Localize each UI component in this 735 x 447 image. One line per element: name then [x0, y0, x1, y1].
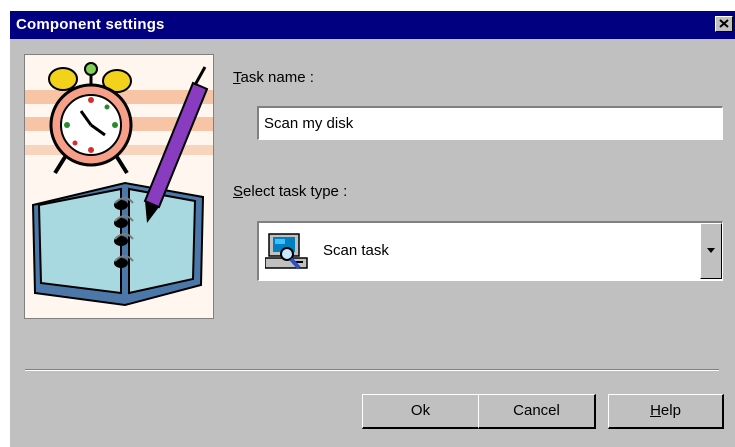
computer-scan-icon: [265, 233, 308, 270]
task-type-dropdown-button[interactable]: [700, 223, 722, 279]
help-button[interactable]: Help: [608, 394, 724, 429]
ok-button[interactable]: Ok: [362, 394, 480, 429]
chevron-down-icon: [707, 248, 715, 253]
close-icon: [719, 19, 729, 28]
cancel-button[interactable]: Cancel: [478, 394, 596, 429]
close-button[interactable]: [715, 16, 733, 32]
task-type-value: Scan task: [323, 242, 389, 259]
component-settings-dialog: Component settings Task name: Scan my d…: [10, 11, 735, 447]
separator: [25, 369, 719, 371]
task-name-input[interactable]: [257, 106, 723, 140]
help-button-label: Help: [650, 402, 681, 419]
clock-notebook-pen-illustration: [25, 55, 213, 318]
task-type-select[interactable]: Scan task: [257, 221, 723, 281]
task-name-label: Task name :: [233, 69, 314, 86]
title-bar[interactable]: Component settings: [10, 11, 735, 39]
window-title: Component settings: [16, 16, 165, 33]
ok-button-label: Ok: [410, 402, 431, 419]
task-type-label: Select task type :: [233, 183, 348, 200]
cancel-button-label: Cancel: [513, 402, 560, 419]
scheduler-illustration: [24, 54, 214, 319]
